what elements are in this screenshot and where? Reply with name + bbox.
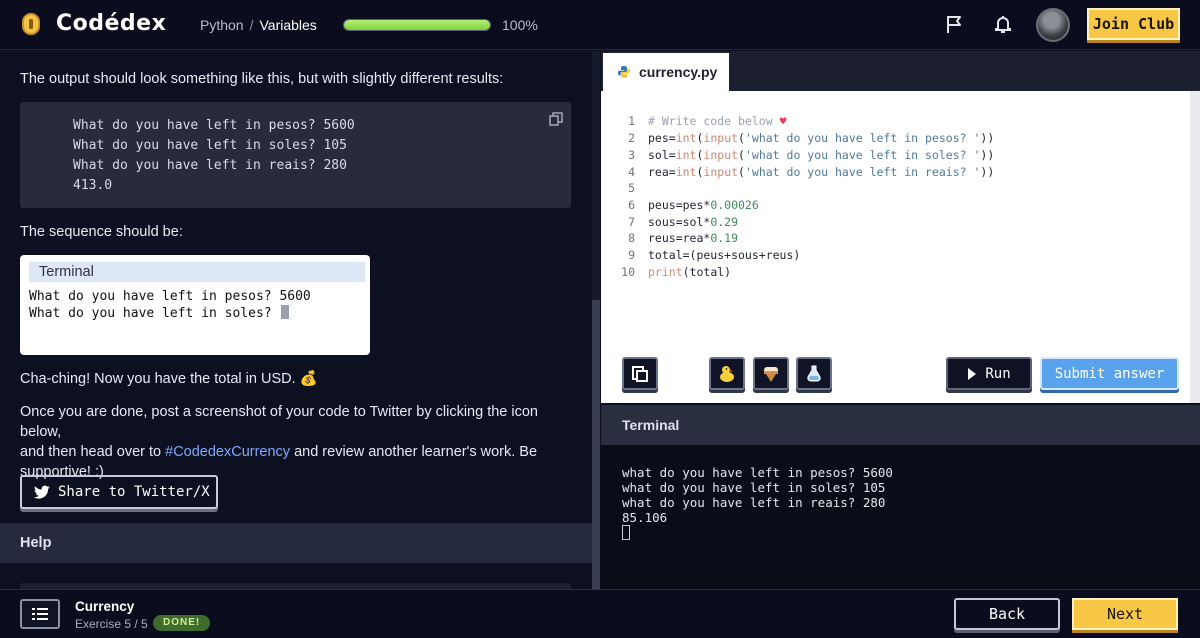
help-section[interactable]: Help bbox=[0, 523, 592, 563]
share-para-text: and review another learner's work. Be bbox=[290, 444, 538, 460]
code-comment: # Write code below bbox=[648, 114, 780, 128]
output-line: what do you have left in reais? 280 bbox=[622, 495, 886, 510]
lesson-panel: The output should look something like th… bbox=[0, 51, 592, 589]
breadcrumb: Python / Variables bbox=[200, 17, 317, 33]
editor-scrollbar[interactable] bbox=[1190, 91, 1200, 403]
copy-pages-icon bbox=[632, 365, 648, 382]
rubber-duck-icon bbox=[720, 365, 734, 382]
line-number: 9 bbox=[628, 248, 635, 262]
output-line: what do you have left in soles? 105 bbox=[622, 480, 886, 495]
next-button[interactable]: Next bbox=[1072, 598, 1178, 630]
line-number: 6 bbox=[628, 198, 635, 212]
terminal-line-2: What do you have left in soles? bbox=[29, 305, 290, 321]
code-editor: currency.py 1 2 3 4 5 6 7 8 9 10 # Write… bbox=[601, 51, 1200, 403]
done-badge: DONE! bbox=[153, 615, 211, 631]
breadcrumb-separator: / bbox=[249, 17, 254, 33]
code-line-10: print(total) bbox=[648, 265, 732, 279]
code-line-8: reus=rea*0.19 bbox=[648, 231, 739, 245]
potion-icon bbox=[807, 365, 821, 381]
run-button[interactable]: Run bbox=[946, 357, 1032, 390]
terminal-title: Terminal bbox=[29, 262, 365, 282]
sequence-text: The sequence should be: bbox=[20, 224, 183, 240]
snippet-button[interactable] bbox=[753, 357, 789, 390]
progress-label: 100% bbox=[502, 17, 538, 33]
output-line: what do you have left in pesos? 5600 bbox=[622, 465, 893, 480]
list-menu-icon bbox=[32, 608, 48, 620]
code-line-9: total=(peus+sous+reus) bbox=[648, 248, 801, 262]
flag-icon[interactable] bbox=[943, 13, 965, 35]
breadcrumb-current: Variables bbox=[259, 17, 317, 33]
code-line-7: sous=sol*0.29 bbox=[648, 215, 739, 229]
run-label: Run bbox=[985, 365, 1011, 382]
avatar[interactable] bbox=[1036, 8, 1070, 42]
exercise-title: Currency bbox=[75, 599, 135, 614]
line-number: 5 bbox=[628, 181, 635, 195]
logo-text[interactable]: Codédex bbox=[56, 11, 166, 36]
sample-output-block: What do you have left in pesos? 5600 Wha… bbox=[20, 102, 571, 208]
join-club-button[interactable]: Join Club bbox=[1087, 8, 1180, 40]
top-bar: Codédex Python / Variables 100% Join Club bbox=[0, 0, 1200, 50]
exercise-menu-button[interactable] bbox=[20, 599, 60, 629]
play-icon bbox=[968, 367, 977, 380]
code-line-4: rea=int(input('what do you have left in … bbox=[648, 165, 995, 179]
terminal-cursor bbox=[622, 525, 630, 540]
exercise-counter: Exercise 5 / 5 bbox=[75, 617, 148, 631]
file-tab[interactable]: currency.py bbox=[603, 53, 729, 91]
terminal-line: What do you have left in soles? bbox=[29, 306, 280, 321]
submit-answer-button[interactable]: Submit answer bbox=[1040, 357, 1179, 390]
python-icon bbox=[618, 66, 630, 78]
settings-button[interactable] bbox=[796, 357, 832, 390]
heart-icon: ♥ bbox=[779, 114, 787, 128]
intro-text: The output should look something like th… bbox=[20, 71, 504, 87]
progress-fill bbox=[344, 20, 490, 30]
line-number: 3 bbox=[628, 148, 635, 162]
breadcrumb-course[interactable]: Python bbox=[200, 17, 244, 33]
share-para-line-2: and then head over to #CodedexCurrency a… bbox=[20, 442, 570, 462]
progress-bar bbox=[343, 19, 491, 31]
twitter-bird-icon bbox=[34, 485, 50, 499]
coin-logo-icon[interactable] bbox=[22, 13, 40, 35]
cursor-block bbox=[281, 305, 290, 319]
share-paragraph: Once you are done, post a screenshot of … bbox=[20, 402, 570, 482]
output-line: 85.106 bbox=[622, 510, 668, 525]
code-line-1: # Write code below ♥ bbox=[648, 114, 787, 128]
line-number: 4 bbox=[628, 165, 635, 179]
code-line-3: sol=int(input('what do you have left in … bbox=[648, 148, 995, 162]
file-tab-label: currency.py bbox=[639, 64, 718, 80]
share-para-line-1: Once you are done, post a screenshot of … bbox=[20, 404, 538, 440]
code-line-2: pes=int(input('what do you have left in … bbox=[648, 131, 995, 145]
line-number: 8 bbox=[628, 231, 635, 245]
copy-icon[interactable] bbox=[549, 112, 563, 126]
bell-icon[interactable] bbox=[992, 13, 1014, 35]
lesson-scrollbar-thumb[interactable] bbox=[592, 300, 600, 589]
share-para-text: and then head over to bbox=[20, 444, 166, 460]
sequence-terminal: Terminal What do you have left in pesos?… bbox=[20, 255, 370, 355]
cha-ching-text: Cha-ching! Now you have the total in USD… bbox=[20, 371, 318, 387]
rubber-duck-button[interactable] bbox=[709, 357, 745, 390]
line-number: 1 bbox=[628, 114, 635, 128]
share-twitter-button[interactable]: Share to Twitter/X bbox=[20, 475, 218, 509]
sample-line: What do you have left in reais? 280 bbox=[73, 158, 347, 173]
line-number: 2 bbox=[628, 131, 635, 145]
back-button[interactable]: Back bbox=[954, 598, 1060, 630]
output-terminal-header: Terminal bbox=[601, 405, 1200, 445]
sample-line: What do you have left in pesos? 5600 bbox=[73, 118, 355, 133]
bottom-bar: Currency Exercise 5 / 5 DONE! Back Next bbox=[0, 589, 1200, 638]
sample-line: 413.0 bbox=[73, 178, 113, 193]
share-button-label: Share to Twitter/X bbox=[58, 484, 210, 500]
ice-cream-icon bbox=[764, 366, 778, 382]
code-line-6: peus=pes*0.00026 bbox=[648, 198, 759, 212]
output-terminal[interactable]: what do you have left in pesos? 5600 wha… bbox=[601, 445, 1200, 589]
reset-code-button[interactable] bbox=[622, 357, 658, 390]
editor-tab-bar: currency.py bbox=[601, 51, 1200, 91]
hashtag-link[interactable]: #CodedexCurrency bbox=[165, 444, 290, 460]
line-number: 7 bbox=[628, 215, 635, 229]
line-number: 10 bbox=[621, 265, 635, 279]
sample-line: What do you have left in soles? 105 bbox=[73, 138, 347, 153]
terminal-line: What do you have left in pesos? 5600 bbox=[29, 289, 311, 304]
